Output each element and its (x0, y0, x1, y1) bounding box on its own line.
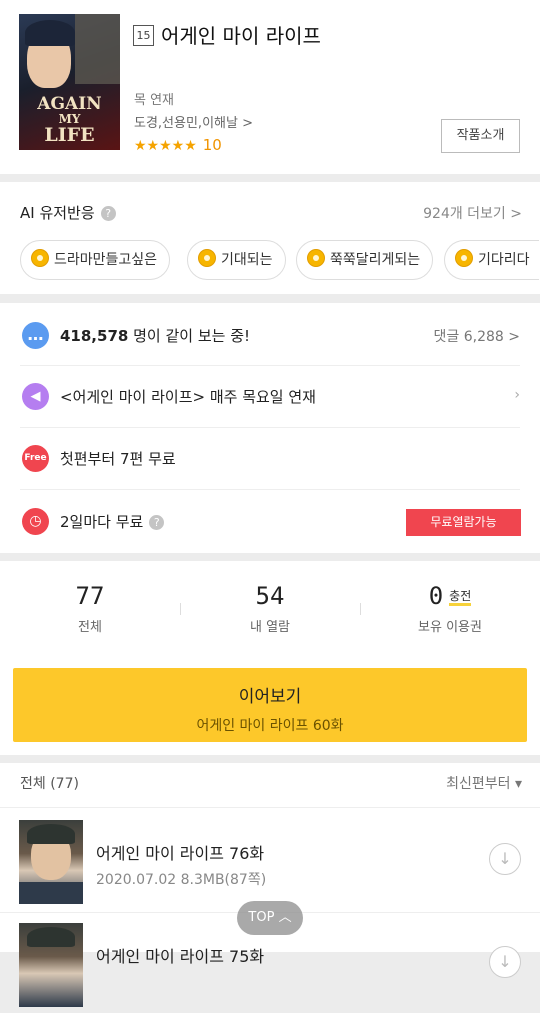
episode-thumbnail (19, 820, 83, 904)
reaction-chip[interactable]: 드라마만들고싶은 (20, 240, 171, 280)
intro-button[interactable]: 작품소개 (441, 119, 520, 153)
schedule-row[interactable]: ◀ <어게인 마이 라이프> 매주 목요일 연재 › (0, 366, 540, 428)
stat-read: 54 내 열람 (180, 582, 360, 635)
episode-title: 어게인 마이 라이프 76화 (96, 844, 265, 863)
continue-episode: 어게인 마이 라이프 60화 (196, 718, 344, 734)
rating: ★★★★★ 10 (134, 136, 222, 154)
episode-meta: 2020.07.02 8.3MB(87쪽) (96, 872, 267, 888)
stat-owned-value: 0 (428, 582, 444, 610)
coin-icon (307, 249, 325, 267)
chip-label: 드라마만들고싶은 (54, 252, 158, 268)
chip-label: 쭉쭉달리게되는 (330, 252, 421, 268)
schedule-label: 목 연재 (134, 93, 175, 108)
reaction-chip[interactable]: 기대되는 (187, 240, 286, 280)
continue-label: 이어보기 (238, 687, 302, 707)
ai-reaction-label: AI 유저반응 (20, 204, 95, 222)
sort-dropdown[interactable]: 최신편부터 ▾ (446, 773, 522, 793)
megaphone-icon: ◀ (22, 383, 49, 410)
cover-image: AGAIN MY LIFE (19, 14, 120, 150)
viewers-text: 418,578 명이 같이 보는 중! (60, 325, 250, 346)
stat-total-value: 77 (75, 582, 105, 610)
episode-thumbnail (19, 923, 83, 1007)
episode-title: 어게인 마이 라이프 75화 (96, 947, 265, 966)
chat-bubble-icon: … (22, 322, 49, 349)
comments-link[interactable]: 댓글 6,288 > (434, 326, 520, 346)
reaction-chip[interactable]: 기다리다 (444, 240, 539, 280)
ai-reaction-title: AI 유저반응? (20, 202, 116, 223)
reaction-chip[interactable]: 쭉쭉달리게되는 (296, 240, 434, 280)
download-icon[interactable]: ↓ (489, 843, 521, 875)
help-icon[interactable]: ? (100, 206, 116, 221)
chip-label: 기대되는 (221, 252, 273, 268)
coin-icon (455, 249, 473, 267)
viewers-suffix: 명이 같이 보는 중! (128, 327, 251, 345)
list-header: 전체 (77) (20, 776, 79, 792)
continue-reading-button[interactable]: 이어보기 어게인 마이 라이프 60화 (13, 668, 527, 742)
help-icon[interactable]: ? (149, 515, 165, 530)
stat-owned: 0 충전 보유 이용권 (360, 582, 540, 635)
cover-title-again: AGAIN (37, 94, 102, 114)
wait-free-label: 2일마다 무료? (60, 511, 165, 532)
stat-owned-label: 보유 이용권 (418, 620, 482, 635)
stat-read-label: 내 열람 (249, 620, 290, 635)
stat-total-label: 전체 (78, 620, 102, 635)
scroll-top-button[interactable]: TOP ︿ (237, 901, 303, 935)
free-icon: Free (22, 445, 49, 472)
free-read-button[interactable]: 무료열람가능 (406, 509, 521, 536)
clock-icon: ◷ (22, 508, 49, 535)
free-episodes-text: 첫편부터 7편 무료 (60, 450, 176, 468)
stat-total: 77 전체 (0, 582, 180, 635)
charge-link[interactable]: 충전 (449, 589, 472, 606)
chip-label: 기다리다 (478, 252, 530, 268)
rating-value: 10 (202, 136, 222, 154)
star-rating-icon: ★★★★★ (134, 138, 197, 154)
cover-title-life: LIFE (44, 124, 95, 146)
viewers-row[interactable]: … 418,578 명이 같이 보는 중! 댓글 6,288 > (0, 305, 540, 367)
divider (20, 489, 520, 490)
free-episodes-row: Free 첫편부터 7편 무료 (0, 428, 540, 490)
comic-title: 어게인 마이 라이프 (161, 24, 321, 48)
wait-free-text: 2일마다 무료 (60, 513, 144, 531)
schedule-text: <어게인 마이 라이프> 매주 목요일 연재 (60, 388, 316, 406)
episode-row[interactable]: 어게인 마이 라이프 76화 2020.07.02 8.3MB(87쪽) ↓ (0, 808, 540, 908)
coin-icon (198, 249, 216, 267)
viewers-count: 418,578 (60, 327, 129, 345)
download-icon[interactable]: ↓ (489, 946, 521, 978)
ai-more-link[interactable]: 924개 더보기 > (423, 203, 522, 223)
age-rating-badge: 15 (133, 25, 154, 46)
authors-link[interactable]: 도경,선용민,이해날 > (134, 112, 253, 131)
coin-icon (31, 249, 49, 267)
stat-read-value: 54 (255, 582, 285, 610)
chevron-right-icon: › (514, 387, 520, 403)
